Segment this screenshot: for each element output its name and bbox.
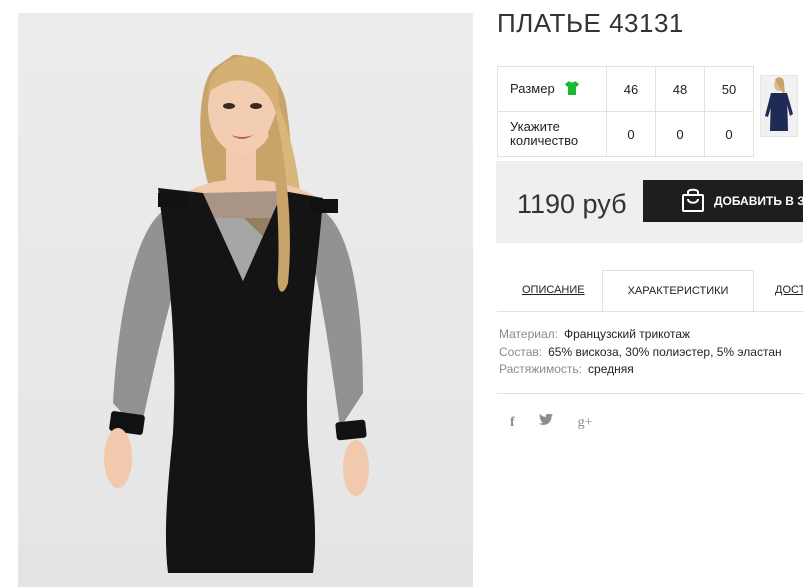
size-table: Размер 46 48 50 Укажите количество 0 0 0: [497, 66, 754, 157]
tab-characteristics[interactable]: ХАРАКТЕРИСТИКИ: [602, 270, 754, 313]
product-tabs: ОПИСАНИЕ ХАРАКТЕРИСТИКИ ДОСТАВКА: [497, 270, 803, 313]
tab-delivery[interactable]: ДОСТАВКА: [775, 270, 803, 311]
spec-key: Состав:: [499, 344, 543, 359]
add-to-cart-label: ДОБАВИТЬ В ЗАКАЗ: [714, 194, 803, 208]
size-50: 50: [704, 66, 754, 112]
quantity-label-cell: Укажите количество: [497, 111, 607, 157]
spec-value: 65% вискоза, 30% полиэстер, 5% эластан: [548, 344, 782, 359]
spec-row-composition: Состав: 65% вискоза, 30% полиэстер, 5% эл…: [499, 344, 782, 362]
quantity-label-line2: количество: [510, 133, 579, 148]
google-plus-icon[interactable]: g+: [578, 415, 593, 431]
quantity-label-line1: Укажите: [510, 119, 560, 134]
spec-key: Материал:: [499, 327, 558, 341]
size-row: Размер 46 48 50: [497, 66, 754, 112]
quantity-46[interactable]: 0: [606, 111, 656, 157]
price: 1190 руб: [517, 189, 627, 219]
model-illustration: [104, 54, 369, 573]
spec-value: Французский трикотаж: [563, 327, 691, 341]
social-share: f g+: [510, 413, 612, 431]
size-46: 46: [606, 66, 656, 112]
specs-list: Материал: Французский трикотаж Состав: 65%…: [499, 326, 782, 379]
quantity-row: Укажите количество 0 0 0: [497, 111, 754, 157]
size-label-cell: Размер: [497, 66, 607, 112]
tabs-underline: [497, 311, 803, 312]
spec-key: Растяжимость:: [499, 362, 583, 376]
facebook-icon[interactable]: f: [510, 415, 515, 431]
quantity-48[interactable]: 0: [655, 111, 705, 157]
spec-value: средняя: [588, 362, 634, 376]
divider: [497, 393, 803, 394]
product-photo: [18, 13, 473, 587]
add-to-cart-button[interactable]: ДОБАВИТЬ В ЗАКАЗ: [643, 180, 803, 222]
tab-description[interactable]: ОПИСАНИЕ: [522, 270, 585, 311]
size-48: 48: [655, 66, 705, 112]
shopping-bag-icon: [681, 187, 705, 216]
price-bar: 1190 руб ДОБАВИТЬ В ЗАКАЗ: [496, 161, 803, 243]
size-label: Размер: [510, 80, 555, 96]
product-thumbnail[interactable]: [760, 75, 798, 137]
thumbnail-image: [765, 77, 793, 131]
spec-row-stretch: Растяжимость: средняя: [499, 361, 782, 379]
product-title: ПЛАТЬЕ 43131: [497, 8, 684, 38]
quantity-50[interactable]: 0: [704, 111, 754, 157]
spec-row-material: Материал: Французский трикотаж: [499, 326, 782, 344]
twitter-icon[interactable]: [539, 413, 553, 429]
tshirt-icon[interactable]: [564, 80, 580, 98]
